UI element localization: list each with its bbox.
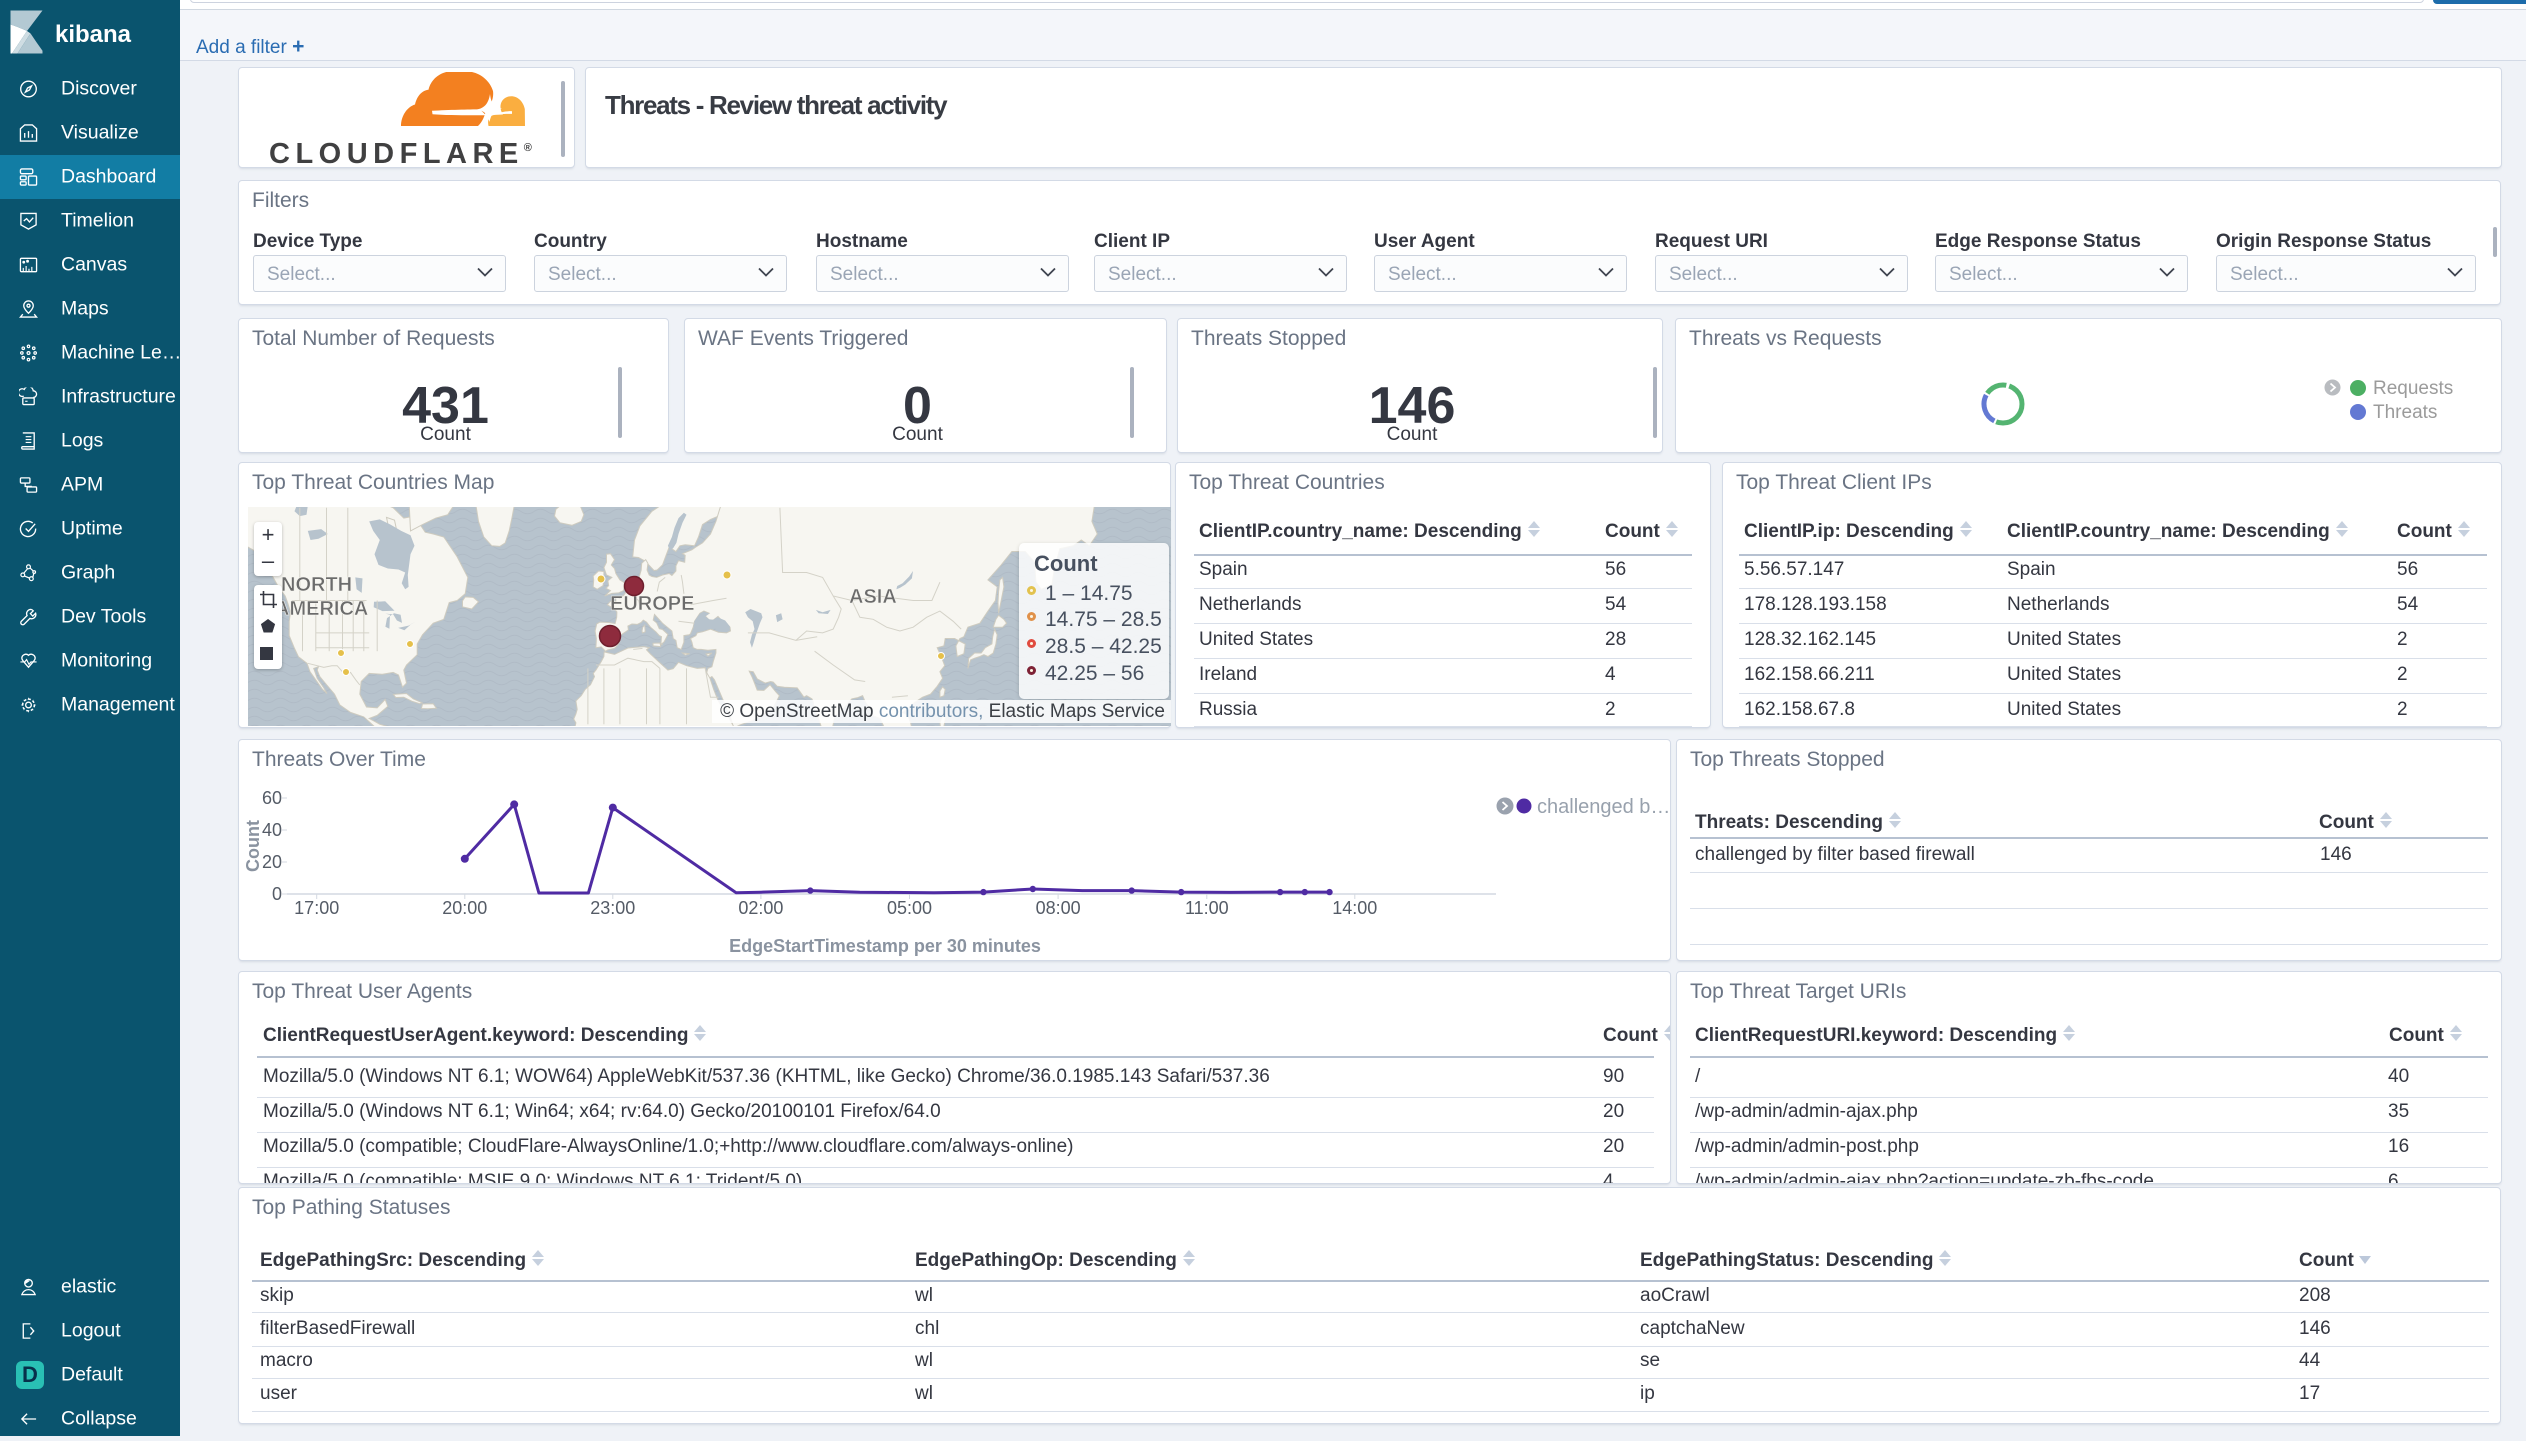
svg-text:20:00: 20:00: [442, 898, 487, 918]
svg-text:AMERICA: AMERICA: [275, 598, 368, 620]
svg-text:02:00: 02:00: [738, 898, 783, 918]
svg-text:08:00: 08:00: [1036, 898, 1081, 918]
svg-text:NORTH: NORTH: [281, 574, 352, 596]
svg-text:EUROPE: EUROPE: [610, 593, 694, 615]
svg-text:17:00: 17:00: [294, 898, 339, 918]
svg-text:EdgeStartTimestamp per 30 minu: EdgeStartTimestamp per 30 minutes: [729, 936, 1041, 956]
svg-text:challenged b…: challenged b…: [1537, 796, 1670, 818]
svg-text:40: 40: [262, 820, 282, 840]
svg-text:Count: Count: [243, 820, 263, 872]
svg-text:20: 20: [262, 852, 282, 872]
svg-text:0: 0: [272, 884, 282, 904]
svg-text:14:00: 14:00: [1332, 898, 1377, 918]
svg-text:ASIA: ASIA: [849, 586, 897, 608]
svg-text:60: 60: [262, 788, 282, 808]
svg-text:23:00: 23:00: [590, 898, 635, 918]
svg-text:11:00: 11:00: [1185, 898, 1229, 918]
svg-text:05:00: 05:00: [887, 898, 932, 918]
